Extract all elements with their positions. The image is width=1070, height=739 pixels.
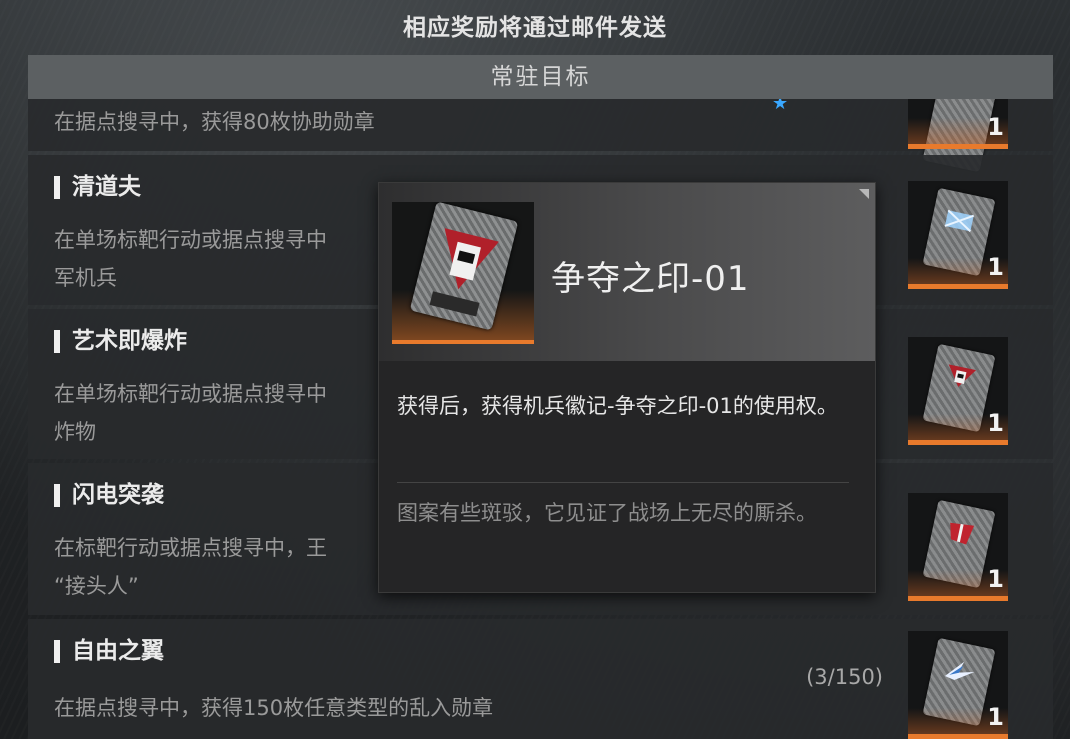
tooltip-description: 获得后，获得机兵徽记-争夺之印-01的使用权。: [397, 394, 838, 418]
reward-rarity-bar: [908, 440, 1008, 445]
reward-rarity-bar: [908, 734, 1008, 739]
star-icon: ★: [772, 99, 789, 114]
task-desc: 在据点搜寻中，获得150枚任意类型的乱入勋章: [54, 696, 494, 720]
reward-slot[interactable]: 1: [908, 337, 1008, 445]
mask-emblem-icon: [948, 364, 977, 387]
shield-emblem-icon: [950, 522, 975, 545]
wing-emblem-icon: [944, 661, 975, 680]
section-header: 常驻目标: [28, 55, 1053, 99]
tooltip-flavor-text: 图案有些斑驳，它见证了战场上无尽的厮杀。: [397, 501, 817, 525]
reward-slot[interactable]: 1: [908, 181, 1008, 289]
reward-quantity: 1: [987, 113, 1004, 141]
rarity-bar: [392, 340, 534, 344]
task-row: 自由之翼 在据点搜寻中，获得150枚任意类型的乱入勋章 (3/150) 1: [28, 619, 1053, 739]
reward-rarity-bar: [908, 284, 1008, 289]
task-row: ★ 在据点搜寻中，获得80枚协助勋章 1: [28, 99, 1053, 173]
task-progress: (3/150): [806, 665, 883, 689]
reward-quantity: 1: [987, 409, 1004, 437]
task-title: 艺术即爆炸: [54, 327, 187, 355]
reward-quantity: 1: [987, 253, 1004, 281]
task-desc: 在据点搜寻中，获得80枚协助勋章: [54, 110, 375, 134]
corner-triangle-icon: [859, 189, 869, 199]
task-title: 闪电突袭: [54, 481, 164, 509]
task-title: 清道夫: [54, 173, 141, 201]
tooltip-item-thumbnail: [392, 202, 534, 344]
tooltip-item-name: 争夺之印-01: [551, 259, 750, 299]
tooltip-divider: [397, 482, 849, 483]
reward-quantity: 1: [987, 703, 1004, 731]
reward-slot[interactable]: 1: [908, 631, 1008, 739]
tooltip-header: 争夺之印-01: [379, 183, 875, 361]
mail-notice: 相应奖励将通过邮件发送: [403, 15, 667, 41]
item-tooltip: 争夺之印-01 获得后，获得机兵徽记-争夺之印-01的使用权。 图案有些斑驳，它…: [378, 182, 876, 593]
task-title: 自由之翼: [54, 637, 164, 665]
reward-rarity-bar: [908, 596, 1008, 601]
reward-slot[interactable]: 1: [908, 99, 1008, 173]
reward-rarity-bar: [908, 144, 1008, 149]
reward-quantity: 1: [987, 565, 1004, 593]
lattice-emblem-icon: [944, 209, 975, 233]
reward-slot[interactable]: 1: [908, 493, 1008, 601]
